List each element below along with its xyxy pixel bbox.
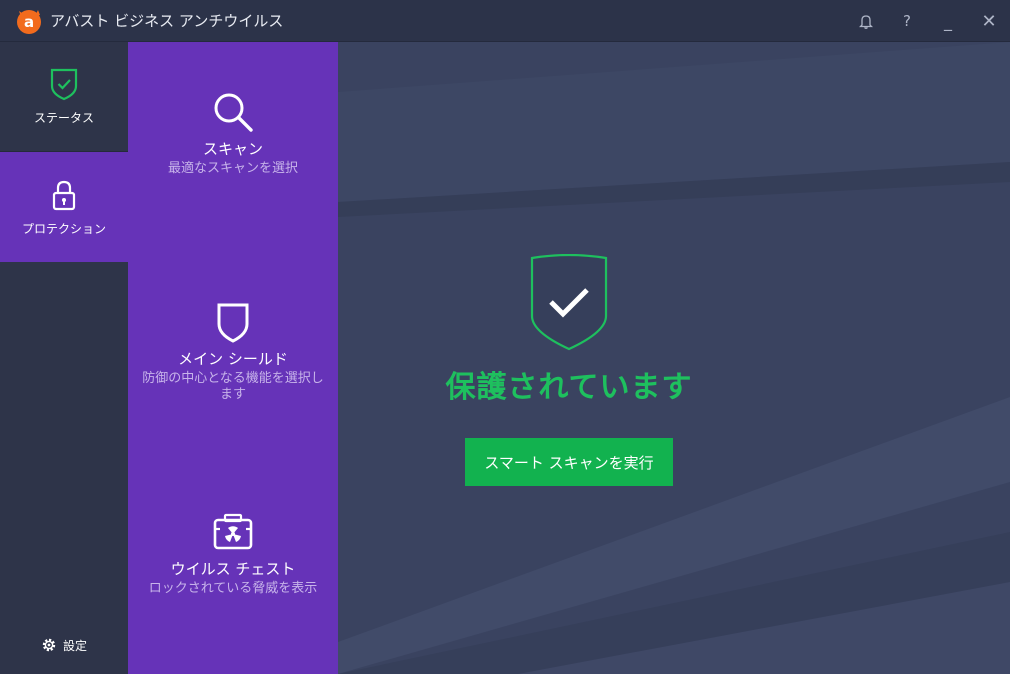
protection-status-text: 保護されています	[445, 370, 693, 405]
smart-scan-button[interactable]: スマート スキャンを実行	[465, 438, 673, 486]
protection-submenu: スキャン 最適なスキャンを選択 メイン シールド 防御の中心となる機能を選択しま…	[128, 42, 338, 674]
main-panel: 保護されています スマート スキャンを実行	[338, 42, 1010, 674]
submenu-title: ウイルス チェスト	[170, 560, 296, 578]
nav-item-label: プロテクション	[21, 221, 106, 236]
bell-icon	[859, 14, 873, 29]
left-nav: ステータス プロテクション 設定	[0, 42, 128, 674]
nav-item-status[interactable]: ステータス	[0, 42, 128, 152]
lock-icon	[52, 180, 76, 210]
avast-logo-icon: a	[17, 10, 41, 34]
submenu-desc: 最適なスキャンを選択	[167, 161, 298, 176]
app-title: アバスト ビジネス アンチウイルス	[50, 12, 284, 30]
minimize-button[interactable]: _	[933, 6, 963, 36]
notifications-button[interactable]	[851, 6, 881, 36]
shield-check-icon	[50, 68, 78, 101]
submenu-desc: ロックされている脅威を表示	[148, 581, 318, 596]
magnifier-icon	[214, 93, 253, 132]
background-decoration	[338, 42, 1010, 674]
gear-icon	[42, 638, 56, 652]
submenu-item-virus-chest[interactable]: ウイルス チェスト ロックされている脅威を表示	[128, 512, 338, 597]
protected-shield-icon	[530, 254, 608, 351]
svg-text:a: a	[24, 13, 34, 31]
help-button[interactable]: ?	[892, 6, 922, 36]
submenu-title: メイン シールド	[178, 350, 288, 368]
submenu-item-scan[interactable]: スキャン 最適なスキャンを選択	[128, 90, 338, 177]
nav-item-protection[interactable]: プロテクション	[0, 152, 128, 262]
settings-label: 設定	[62, 638, 87, 653]
title-bar: a アバスト ビジネス アンチウイルス ? _ ✕	[0, 0, 1010, 42]
virus-chest-icon	[213, 513, 253, 550]
shield-icon	[217, 303, 249, 343]
app-window: a アバスト ビジネス アンチウイルス ? _ ✕ ステータス プロテクション …	[0, 0, 1010, 674]
submenu-desc: 防御の中心となる機能を選択します	[142, 371, 324, 402]
submenu-title: スキャン	[202, 140, 263, 158]
close-button[interactable]: ✕	[974, 6, 1004, 36]
submenu-item-main-shield[interactable]: メイン シールド 防御の中心となる機能を選択します	[128, 300, 338, 403]
nav-item-label: ステータス	[33, 111, 94, 125]
settings-button[interactable]: 設定	[0, 630, 128, 660]
